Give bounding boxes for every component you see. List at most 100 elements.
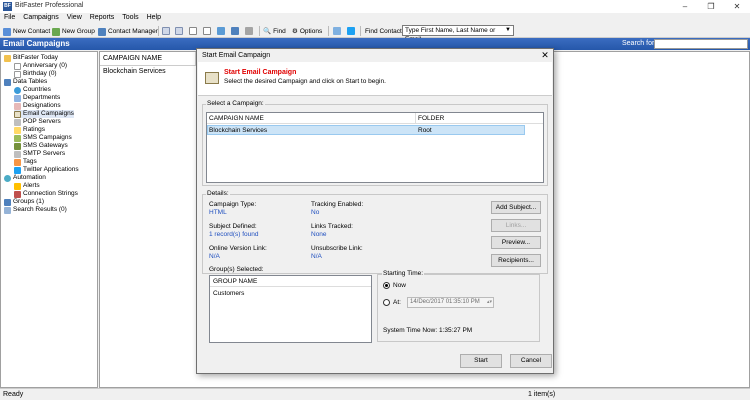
tree-item-birthday[interactable]: Birthday (0) xyxy=(14,70,57,78)
chevron-down-icon: ▼ xyxy=(505,27,511,33)
unsubscribe-value: N/A xyxy=(311,253,322,260)
menu-bar: File Campaigns View Reports Tools Help xyxy=(0,13,750,24)
start-campaign-dialog: Start Email Campaign ✕ Start Email Campa… xyxy=(196,48,554,374)
tree-item-departments[interactable]: Departments xyxy=(14,94,60,102)
tree-item-connection-strings[interactable]: Connection Strings xyxy=(14,190,78,198)
export-icon[interactable] xyxy=(217,27,225,35)
designations-icon xyxy=(14,102,21,110)
campaign-grid[interactable]: CAMPAIGN NAME FOLDER Blockchain Services… xyxy=(206,112,544,183)
menu-reports[interactable]: Reports xyxy=(86,13,119,22)
tree-label: Search Results (0) xyxy=(13,206,67,213)
dialog-title: Start Email Campaign xyxy=(202,52,271,59)
table-row[interactable]: Blockchain Services xyxy=(100,67,169,76)
tree-item-bitfaster-today[interactable]: BitFaster Today xyxy=(4,54,58,62)
navigation-tree[interactable]: BitFaster Today Anniversary (0) Birthday… xyxy=(0,51,98,388)
tree-item-data-tables[interactable]: Data Tables xyxy=(4,78,47,86)
tree-label: Designations xyxy=(23,102,61,109)
search-input[interactable] xyxy=(654,39,748,49)
tree-label: Twitter Applications xyxy=(23,166,79,173)
tree-label: Automation xyxy=(13,174,46,181)
menu-file[interactable]: File xyxy=(0,13,19,22)
close-button[interactable]: ✕ xyxy=(725,1,749,12)
email-icon[interactable] xyxy=(162,27,170,35)
column-header-group-name[interactable]: GROUP NAME xyxy=(213,278,257,285)
tree-item-tags[interactable]: Tags xyxy=(14,158,37,166)
report-icon[interactable] xyxy=(203,27,211,35)
links-button[interactable]: Links... xyxy=(491,219,541,232)
menu-help[interactable]: Help xyxy=(143,13,165,22)
menu-view[interactable]: View xyxy=(63,13,86,22)
tree-item-sms-gateways[interactable]: SMS Gateways xyxy=(14,142,68,150)
options-button[interactable]: ⚙ Options xyxy=(292,26,322,37)
preview-button[interactable]: Preview... xyxy=(491,236,541,249)
help-icon[interactable] xyxy=(333,27,341,35)
tree-label: BitFaster Today xyxy=(13,54,59,61)
minimize-button[interactable]: – xyxy=(673,1,697,12)
radio-at[interactable]: At: xyxy=(383,299,401,306)
tree-item-twitter-applications[interactable]: Twitter Applications xyxy=(14,166,79,174)
radio-now[interactable]: Now xyxy=(383,282,406,289)
tree-item-alerts[interactable]: Alerts xyxy=(14,182,40,190)
window-title: BitFaster Professional xyxy=(15,2,84,9)
tree-item-sms-campaigns[interactable]: SMS Campaigns xyxy=(14,134,72,142)
details-label: Details: xyxy=(206,190,230,197)
column-header-campaign-name[interactable]: CAMPAIGN NAME xyxy=(209,115,264,122)
new-group-button[interactable]: New Group xyxy=(52,26,95,37)
tree-item-designations[interactable]: Designations xyxy=(14,102,61,110)
start-button[interactable]: Start xyxy=(460,354,502,368)
twitter-icon[interactable] xyxy=(347,27,355,35)
sms-icon[interactable] xyxy=(175,27,183,35)
document-icon[interactable] xyxy=(189,27,197,35)
find-contact-combo[interactable]: Type First Name, Last Name or Email ▼ xyxy=(402,25,514,43)
tree-item-email-campaigns[interactable]: Email Campaigns xyxy=(14,110,74,118)
tree-label: SMS Gateways xyxy=(23,142,68,149)
cancel-button[interactable]: Cancel xyxy=(510,354,552,368)
server-icon xyxy=(14,150,21,158)
toolbar-separator xyxy=(328,26,329,36)
import-icon[interactable] xyxy=(231,27,239,35)
tree-item-search-results[interactable]: Search Results (0) xyxy=(4,206,67,214)
tree-item-anniversary[interactable]: Anniversary (0) xyxy=(14,62,67,70)
tree-item-ratings[interactable]: Ratings xyxy=(14,126,45,134)
tree-item-groups[interactable]: Groups (1) xyxy=(4,198,44,206)
column-header-folder[interactable]: FOLDER xyxy=(418,115,444,122)
tree-item-automation[interactable]: Automation xyxy=(4,174,46,182)
tree-item-countries[interactable]: Countries xyxy=(14,86,51,94)
tree-item-smtp-servers[interactable]: SMTP Servers xyxy=(14,150,65,158)
campaign-type-label: Campaign Type: xyxy=(209,201,257,208)
groups-grid[interactable]: GROUP NAME Customers xyxy=(209,275,372,343)
options-label: Options xyxy=(299,28,323,35)
item-count: 1 item(s) xyxy=(528,391,556,398)
list-item[interactable]: Customers xyxy=(213,290,244,297)
envelope-icon xyxy=(205,72,219,84)
contact-manager-button[interactable]: Contact Manager xyxy=(98,26,158,37)
menu-campaigns[interactable]: Campaigns xyxy=(19,13,62,22)
select-campaign-label: Select a Campaign: xyxy=(206,100,265,107)
groups-grid-header: GROUP NAME xyxy=(210,276,371,287)
tree-item-pop-servers[interactable]: POP Servers xyxy=(14,118,61,126)
gear-icon: ⚙ xyxy=(292,28,298,35)
start-datetime-picker[interactable]: 14/Dec/2017 01:35:10 PM ▴▾ xyxy=(407,297,494,308)
new-contact-button[interactable]: New Contact xyxy=(3,26,50,37)
column-divider xyxy=(415,113,416,124)
find-contact-label: Find Contact: xyxy=(365,28,404,35)
tracking-enabled-label: Tracking Enabled: xyxy=(311,201,364,208)
add-subject-button[interactable]: Add Subject... xyxy=(491,201,541,214)
radio-at-label: At: xyxy=(393,299,401,306)
dialog-header-subtitle: Select the desired Campaign and click on… xyxy=(224,78,386,85)
tag-icon xyxy=(14,158,21,166)
toolbar-separator xyxy=(259,26,260,36)
print-icon[interactable] xyxy=(245,27,253,35)
search-label: Search for: xyxy=(622,40,657,47)
star-icon xyxy=(14,126,21,134)
search-icon: 🔍 xyxy=(263,28,272,35)
table-row[interactable]: Blockchain Services Root xyxy=(207,125,525,135)
find-button[interactable]: 🔍 Find xyxy=(263,26,286,37)
dialog-close-button[interactable]: ✕ xyxy=(539,50,551,61)
maximize-button[interactable]: ❐ xyxy=(699,1,723,12)
toolbar-separator xyxy=(158,26,159,36)
recipients-button[interactable]: Recipients... xyxy=(491,254,541,267)
column-header-campaign-name[interactable]: CAMPAIGN NAME xyxy=(100,52,196,66)
menu-tools[interactable]: Tools xyxy=(118,13,142,22)
dialog-header-title: Start Email Campaign xyxy=(224,69,297,76)
